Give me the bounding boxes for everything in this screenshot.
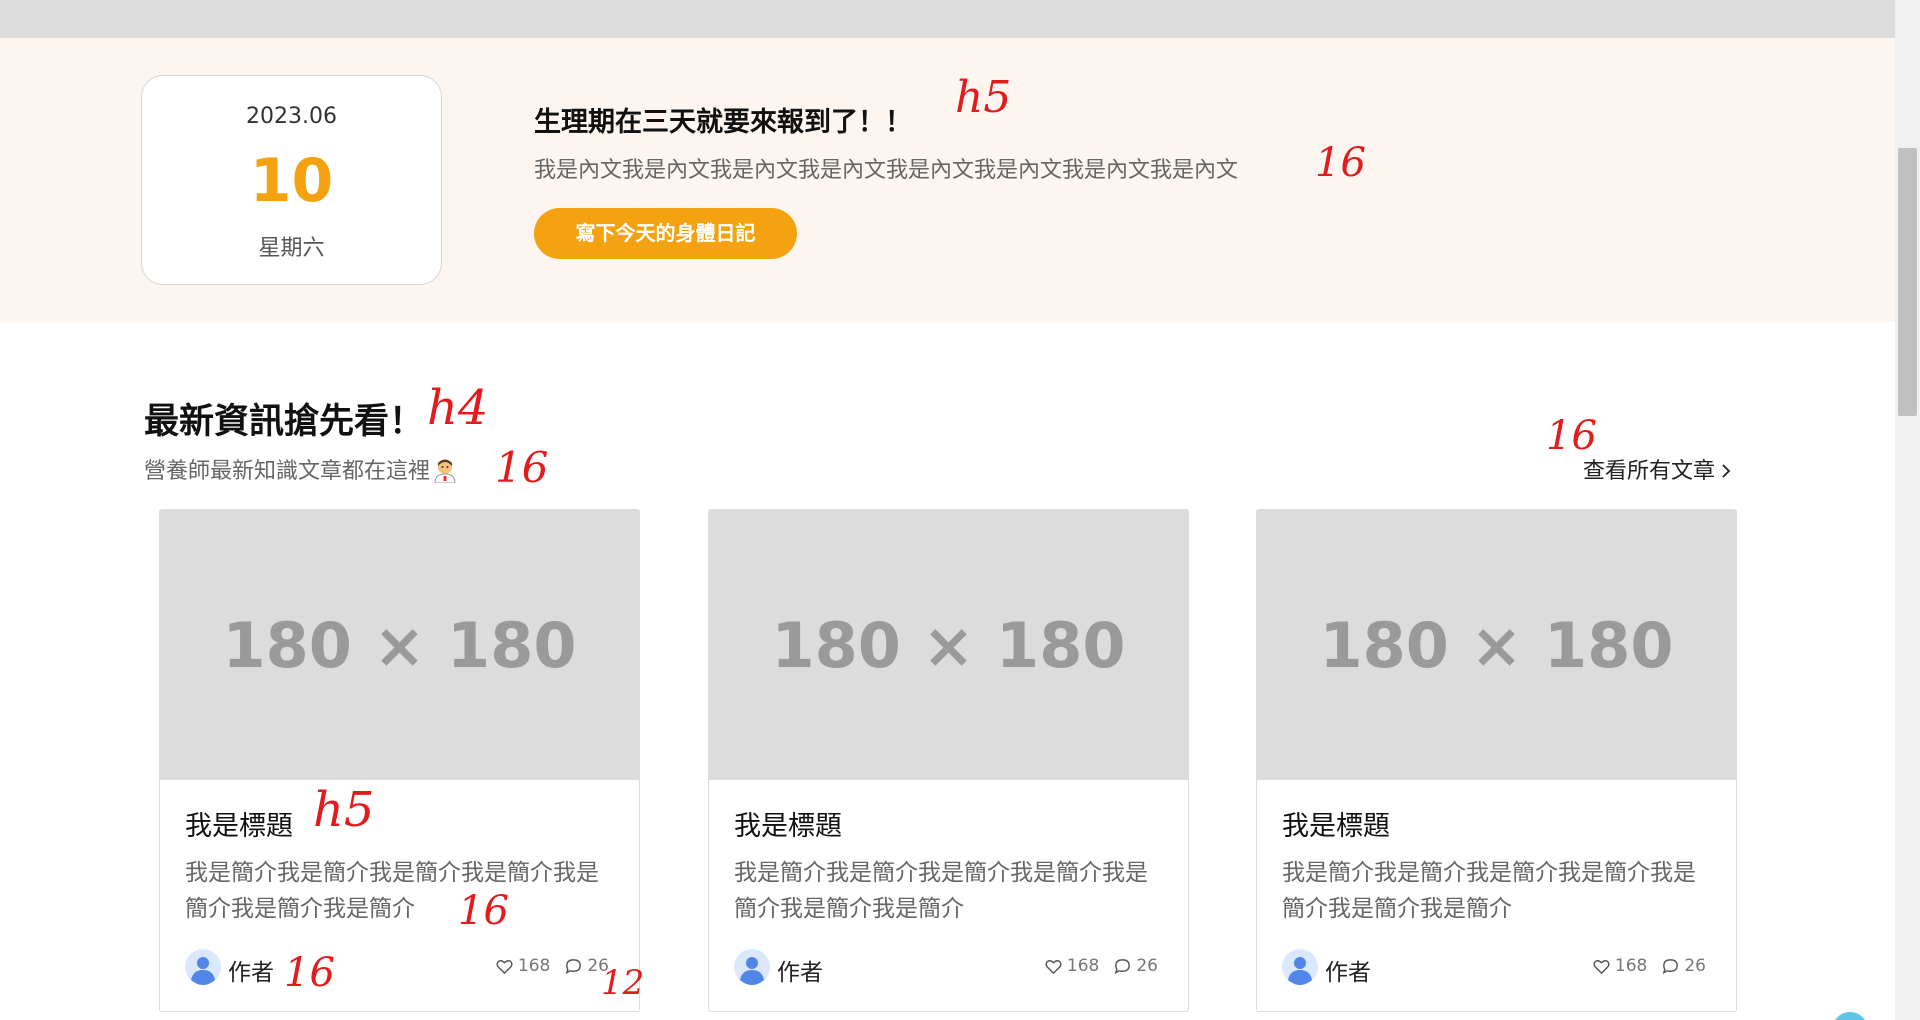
see-all-articles-link[interactable]: 查看所有文章 (1583, 453, 1735, 485)
like-count: 168 (517, 956, 551, 976)
article-card[interactable]: 180 × 180 我是標題 我是簡介我是簡介我是簡介我是簡介我是簡介我是簡介我… (1256, 509, 1737, 1012)
health-worker-emoji-icon (434, 459, 456, 483)
heart-icon[interactable] (495, 957, 514, 976)
hero-title: 生理期在三天就要來報到了！！ (534, 107, 912, 138)
vertical-scrollbar[interactable] (1895, 0, 1920, 1020)
see-all-label: 查看所有文章 (1583, 459, 1716, 484)
avatar-icon (734, 949, 770, 985)
comment-icon[interactable] (564, 957, 583, 976)
article-description: 我是簡介我是簡介我是簡介我是簡介我是簡介我是簡介我是簡介 (734, 860, 1148, 922)
annotation-card-author: 16 (284, 950, 335, 996)
article-title: 我是標題 (1282, 811, 1390, 842)
comment-icon[interactable] (1113, 957, 1132, 976)
section-subtitle: 營養師最新知識文章都在這裡 (144, 453, 458, 485)
date-card: 2023.06 10 星期六 (141, 75, 442, 285)
section-subtitle-text: 營養師最新知識文章都在這裡 (144, 459, 431, 484)
heart-icon[interactable] (1044, 957, 1063, 976)
date-year-month: 2023.06 (246, 104, 337, 129)
floating-action-button[interactable] (1832, 1012, 1868, 1020)
article-footer: 作者 168 26 (734, 949, 1158, 986)
author-name: 作者 (1325, 960, 1371, 986)
comment-icon[interactable] (1661, 957, 1680, 976)
annotation-section-title: h4 (427, 380, 489, 436)
comment-count: 26 (1684, 956, 1706, 976)
annotation-card-title: h5 (313, 782, 375, 838)
article-stats: 168 26 (495, 956, 609, 976)
section-title: 最新資訊搶先看！ (144, 402, 425, 442)
article-stats: 168 26 (1592, 956, 1706, 976)
comment-count: 26 (1136, 956, 1158, 976)
heart-icon[interactable] (1592, 957, 1611, 976)
date-day: 10 (249, 146, 334, 216)
article-description: 我是簡介我是簡介我是簡介我是簡介我是簡介我是簡介我是簡介 (1282, 860, 1696, 922)
author-name: 作者 (777, 960, 823, 986)
hero-body: 我是內文我是內文我是內文我是內文我是內文我是內文我是內文我是內文 (534, 158, 1239, 183)
annotation-hero-title: h5 (955, 72, 1012, 123)
article-image-placeholder: 180 × 180 (709, 510, 1188, 780)
article-card[interactable]: 180 × 180 我是標題 我是簡介我是簡介我是簡介我是簡介我是簡介我是簡介我… (708, 509, 1189, 1012)
scrollbar-thumb[interactable] (1898, 148, 1917, 416)
top-strip (0, 0, 1895, 38)
article-description: 我是簡介我是簡介我是簡介我是簡介我是簡介我是簡介我是簡介 (185, 860, 599, 922)
article-footer: 作者 168 26 (1282, 949, 1706, 986)
annotation-section-subtitle: 16 (495, 443, 549, 492)
annotation-card-desc: 16 (458, 888, 509, 934)
annotation-hero-body: 16 (1315, 140, 1366, 186)
article-stats: 168 26 (1044, 956, 1158, 976)
article-footer: 作者 168 26 (185, 949, 609, 986)
article-title: 我是標題 (185, 811, 293, 842)
article-title: 我是標題 (734, 811, 842, 842)
like-count: 168 (1066, 956, 1100, 976)
chevron-right-icon (1722, 464, 1731, 478)
like-count: 168 (1614, 956, 1648, 976)
date-weekday: 星期六 (258, 236, 325, 261)
article-card[interactable]: 180 × 180 我是標題 我是簡介我是簡介我是簡介我是簡介我是簡介我是簡介我… (159, 509, 640, 1012)
author-name: 作者 (228, 960, 274, 986)
avatar-icon (185, 949, 221, 985)
article-image-placeholder: 180 × 180 (160, 510, 639, 780)
annotation-card-stats: 12 (601, 963, 645, 1003)
article-image-placeholder: 180 × 180 (1257, 510, 1736, 780)
write-diary-button[interactable]: 寫下今天的身體日記 (534, 208, 797, 259)
avatar-icon (1282, 949, 1318, 985)
